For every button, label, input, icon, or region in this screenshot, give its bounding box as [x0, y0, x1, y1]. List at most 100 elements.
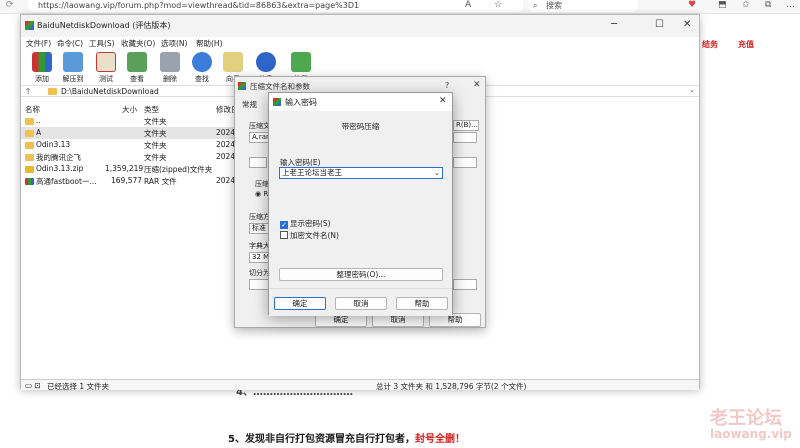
menu-commands[interactable]: 命令(C)	[57, 38, 83, 49]
folder-icon	[25, 130, 34, 137]
chevron-down-icon[interactable]: ⌄	[434, 168, 440, 178]
password-input[interactable]: 上老王论坛当老王 ⌄	[279, 167, 443, 179]
address-bar[interactable]: https://laowang.vip/forum.php?mod=viewth…	[28, 0, 523, 12]
table-row[interactable]: .. 文件夹	[21, 115, 241, 127]
table-row[interactable]: Odin3.13.zip 1,359,219 压缩(zipped)文件夹	[21, 163, 241, 175]
menu-tools[interactable]: 工具(S)	[89, 38, 115, 49]
search-icon: ⌕	[533, 1, 538, 10]
encrypt-filenames-checkbox[interactable]: 加密文件名(N)	[280, 230, 339, 241]
menu-favorites[interactable]: 收藏夹(O)	[121, 38, 155, 49]
rar-file-icon	[25, 178, 34, 185]
close-icon[interactable]: ✕	[473, 80, 481, 90]
favorites-icon[interactable]: ✩	[742, 0, 750, 10]
webpage-right-area: 结务 充值 老王论坛 laowang.vip	[700, 14, 800, 448]
table-row[interactable]: 高通fastboot一... 169,577 RAR 文件 2024,	[21, 175, 241, 187]
status-selection: 已经选择 1 文件夹	[47, 382, 110, 391]
checkbox-checked-icon: ✓	[280, 221, 288, 229]
copilot-icon[interactable]: ♥	[688, 0, 696, 10]
find-magnifier-icon	[192, 52, 212, 72]
view-book-icon	[127, 52, 147, 72]
toolbar-label: 删除	[163, 75, 177, 83]
folder-icon	[25, 154, 34, 161]
delete-bin-icon	[160, 52, 180, 72]
split-volume-label: 切分为	[249, 269, 270, 277]
test-check-icon	[96, 52, 116, 72]
organize-passwords-button[interactable]: 整理密码(O)...	[279, 268, 443, 281]
file-name: ..	[36, 116, 41, 125]
options-select[interactable]	[453, 157, 477, 168]
split-volume-select-right[interactable]	[453, 279, 477, 290]
chevron-down-icon[interactable]: ⌄	[689, 86, 695, 94]
checkbox-unchecked-icon	[280, 231, 288, 239]
browse-button[interactable]: R(B)...	[453, 120, 479, 131]
favorite-star-icon[interactable]: ☆	[494, 0, 502, 11]
collections-icon[interactable]: ⧉	[765, 0, 771, 10]
item5-highlight: 封号全删！	[414, 434, 465, 445]
table-row[interactable]: Odin3.13 文件夹 2024,	[21, 139, 241, 151]
winrar-titlebar: BaiduNetdiskDownload (评估版本) ─ ☐ ✕	[21, 15, 699, 37]
menu-options[interactable]: 选项(N)	[161, 38, 187, 49]
minimize-icon[interactable]: ─	[611, 19, 617, 30]
table-row[interactable]: 我的腾讯企飞 文件夹 2024,	[21, 151, 241, 163]
help-question-icon[interactable]: ?	[445, 81, 449, 90]
file-name: 高通fastboot一...	[36, 177, 97, 186]
compression-method-select[interactable]: 标准	[249, 223, 269, 234]
repair-kit-icon	[291, 52, 311, 72]
menu-help[interactable]: 帮助(H)	[196, 38, 223, 49]
column-size[interactable]: 大小	[122, 104, 137, 115]
tab-general[interactable]: 常规	[242, 99, 257, 110]
extensions-icon[interactable]: ⬒	[718, 0, 727, 10]
dictionary-size-select[interactable]: 32 MB	[249, 252, 269, 263]
nav-link-1[interactable]: 结务	[702, 39, 718, 50]
toolbar-label: 查找	[195, 75, 209, 83]
extract-folder-icon	[63, 52, 83, 72]
menu-file[interactable]: 文件(F)	[26, 38, 51, 49]
watermark-en: laowang.vip	[710, 427, 792, 441]
file-name: 我的腾讯企飞	[36, 153, 81, 162]
password-dialog-footer: 确定 取消 帮助	[269, 288, 452, 316]
maximize-icon[interactable]: ☐	[655, 19, 664, 30]
info-icon	[256, 52, 276, 72]
window-title: BaiduNetdiskDownload (评估版本)	[37, 21, 171, 30]
drive-icon: ▭ ⊡	[25, 381, 41, 390]
browser-search-box[interactable]: ⌕ 搜索	[528, 0, 638, 12]
add-archive-icon	[32, 52, 52, 72]
encrypt-filenames-label: 加密文件名(N)	[290, 231, 339, 240]
winrar-app-icon	[238, 82, 246, 90]
dictionary-size-label: 字典大	[249, 242, 270, 250]
status-bar: ▭ ⊡ 已经选择 1 文件夹 总计 3 文件夹 和 1,528,796 字节(2…	[21, 379, 699, 391]
help-button[interactable]: 帮助	[396, 297, 448, 310]
read-aloud-icon[interactable]: A	[465, 0, 471, 11]
file-name: Odin3.13	[36, 140, 71, 149]
archive-name-field[interactable]: A.rar	[249, 132, 269, 143]
folder-up-icon	[25, 118, 34, 125]
table-row[interactable]: A 文件夹 2024,	[21, 127, 241, 139]
toolbar-label: 解压到	[62, 75, 84, 83]
ok-button[interactable]: 确定	[274, 297, 326, 310]
webpage-item-5: 5、发现非自行打包资源冒充自行打包者，封号全删！	[228, 430, 465, 445]
show-password-checkbox[interactable]: ✓ 显示密码(S)	[280, 218, 331, 229]
password-dialog-body: 带密码压缩 输入密码(E)	[269, 111, 452, 288]
column-type[interactable]: 类型	[144, 104, 159, 115]
nav-link-recharge[interactable]: 充值	[738, 39, 754, 50]
update-mode-select[interactable]	[453, 132, 477, 143]
column-name[interactable]: 名称	[25, 104, 40, 115]
file-type: 文件夹	[144, 129, 167, 138]
close-icon[interactable]: ✕	[439, 96, 447, 106]
current-path[interactable]: D:\BaiduNetdiskDownload	[61, 87, 159, 96]
format-select[interactable]	[249, 157, 267, 168]
up-arrow-icon[interactable]: 🡑	[26, 86, 30, 100]
back-icon[interactable]: ⟳	[6, 0, 14, 10]
cancel-button[interactable]: 取消	[335, 297, 387, 310]
menu-bar: 文件(F) 命令(C) 工具(S) 收藏夹(O) 选项(N) 帮助(H)	[21, 37, 699, 49]
winrar-app-icon	[25, 21, 34, 30]
close-icon[interactable]: ✕	[683, 19, 691, 30]
toolbar-label: 查看	[130, 75, 144, 83]
split-volume-select[interactable]	[249, 279, 269, 290]
file-name: A	[36, 128, 42, 137]
radio-rar[interactable]: ◉ R	[255, 190, 268, 198]
archive-format-label: 压缩	[255, 180, 269, 188]
browser-menu-icon[interactable]: …	[786, 0, 795, 10]
dialog-title: 压缩文件名和参数	[250, 82, 310, 91]
toolbar-label: 添加	[35, 75, 49, 83]
